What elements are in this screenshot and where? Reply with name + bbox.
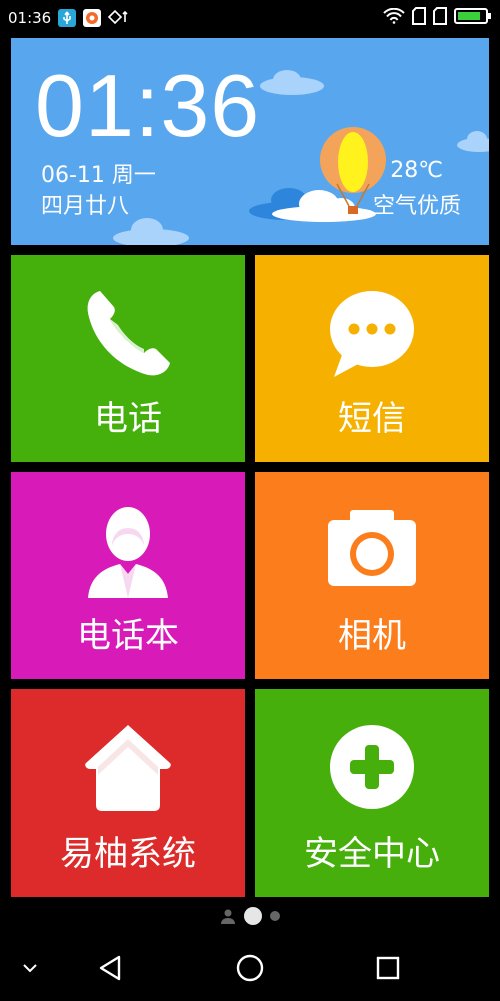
collapse-button[interactable] (10, 935, 50, 1001)
tile-camera[interactable]: 相机 (255, 472, 489, 679)
tile-safety-center[interactable]: 安全中心 (255, 689, 489, 897)
tile-sms[interactable]: 短信 (255, 255, 489, 462)
message-icon (330, 291, 414, 377)
status-left: 01:36 (8, 8, 130, 28)
home-button[interactable] (225, 935, 275, 1001)
tile-contacts[interactable]: 电话本 (11, 472, 245, 679)
status-time: 01:36 (8, 9, 52, 27)
phone-icon (87, 291, 170, 376)
back-icon (99, 955, 121, 981)
app-notification-icon (83, 9, 102, 27)
contact-icon (88, 507, 168, 598)
wifi-icon (383, 7, 405, 28)
chevron-down-icon (23, 964, 37, 973)
data-transfer-icon (108, 8, 130, 28)
tile-label: 短信 (338, 399, 406, 439)
temperature-text: 28℃ (390, 158, 443, 183)
cloud-icon (113, 218, 189, 245)
recents-icon (376, 956, 400, 980)
page-dot[interactable] (270, 911, 280, 921)
person-page-icon[interactable] (220, 908, 236, 924)
sim1-icon (412, 7, 426, 29)
page-indicator (0, 906, 500, 926)
tile-label: 电话本 (77, 616, 179, 656)
date-text: 06-11 周一 (41, 163, 156, 188)
battery-icon (454, 7, 492, 29)
tile-system[interactable]: 易柚系统 (11, 689, 245, 897)
status-bar: 01:36 (0, 0, 500, 36)
tile-label: 电话 (94, 399, 162, 439)
navigation-bar (0, 935, 500, 1001)
cloud-icon (260, 70, 324, 95)
tile-phone[interactable]: 电话 (11, 255, 245, 462)
home-circle-icon (236, 954, 264, 982)
tile-label: 安全中心 (304, 834, 440, 874)
usb-icon (58, 9, 77, 27)
sim2-icon (433, 7, 447, 29)
page-dot-active[interactable] (244, 907, 262, 925)
plus-icon (330, 725, 414, 809)
air-quality-text: 空气优质 (372, 194, 461, 219)
tile-label: 易柚系统 (60, 834, 196, 874)
home-icon (85, 725, 171, 811)
back-button[interactable] (85, 935, 135, 1001)
status-right (383, 7, 492, 29)
lunar-date-text: 四月廿八 (41, 194, 130, 219)
clock-weather-widget[interactable]: 01:36 06-11 周一 四月廿八 28℃ 空气优质 (11, 38, 489, 245)
cloud-icon (457, 131, 489, 152)
tile-label: 相机 (338, 616, 406, 656)
home-screen: 01:36 01:36 06-11 周一 四月廿八 28℃ 空气优质 电话 短信… (0, 0, 500, 1001)
recents-button[interactable] (363, 935, 413, 1001)
camera-icon (328, 510, 416, 586)
clock-time: 01:36 (35, 56, 261, 155)
